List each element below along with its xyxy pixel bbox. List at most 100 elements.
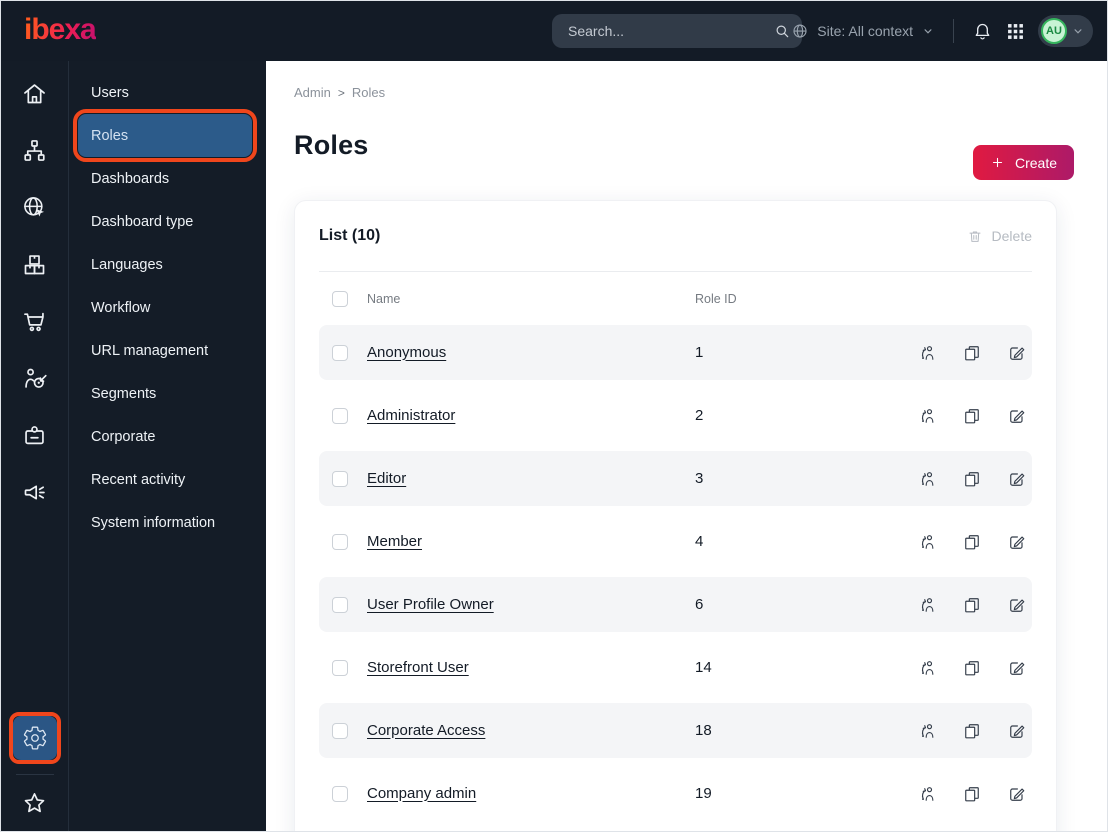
role-id-cell: 1	[695, 344, 704, 361]
assign-user-icon[interactable]	[917, 469, 937, 489]
role-name-link[interactable]: Corporate Access	[367, 722, 485, 739]
sidebar-menu-item[interactable]: Workflow	[69, 286, 266, 329]
sidebar-menu-item[interactable]: Roles	[73, 109, 257, 162]
sidebar-menu-item[interactable]: Corporate	[69, 415, 266, 458]
table-row: Member 4	[319, 514, 1032, 569]
copy-icon[interactable]	[962, 721, 982, 741]
edit-icon[interactable]	[1007, 595, 1027, 615]
table-row: Corporate Access 18	[319, 703, 1032, 758]
select-all-checkbox[interactable]	[332, 290, 348, 307]
sidebar-menu-item[interactable]: Recent activity	[69, 458, 266, 501]
assign-user-icon[interactable]	[917, 595, 937, 615]
row-checkbox[interactable]	[332, 533, 348, 550]
sidebar-menu-item[interactable]: Languages	[69, 243, 266, 286]
table-row: User Profile Owner 6	[319, 577, 1032, 632]
row-checkbox[interactable]	[332, 407, 348, 424]
sidebar-menu-item[interactable]: URL management	[69, 329, 266, 372]
assign-user-icon[interactable]	[917, 343, 937, 363]
delete-button[interactable]: Delete	[967, 228, 1032, 245]
site-globe-icon[interactable]	[15, 187, 55, 227]
commerce-cart-icon[interactable]	[15, 301, 55, 341]
sidebar-menu-item[interactable]: Segments	[69, 372, 266, 415]
create-button[interactable]: Create	[972, 145, 1074, 180]
role-name-link[interactable]: Administrator	[367, 407, 455, 424]
role-id-cell: 19	[695, 785, 712, 802]
delete-button-label: Delete	[991, 228, 1032, 244]
user-menu[interactable]: AU	[1038, 15, 1093, 47]
corporate-badge-icon[interactable]	[15, 415, 55, 455]
search-icon[interactable]	[773, 22, 791, 40]
home-icon[interactable]	[15, 73, 55, 113]
sidebar-menu-item[interactable]: Dashboard type	[69, 200, 266, 243]
list-title: List (10)	[319, 227, 381, 244]
site-context-selector[interactable]: Site: All context	[791, 22, 935, 40]
role-name-link[interactable]: Member	[367, 533, 422, 550]
copy-icon[interactable]	[962, 595, 982, 615]
edit-icon[interactable]	[1007, 721, 1027, 741]
role-name-link[interactable]: Storefront User	[367, 659, 469, 676]
role-id-cell: 3	[695, 470, 704, 487]
row-actions	[917, 406, 1027, 426]
content-tree-icon[interactable]	[15, 130, 55, 170]
chevron-down-icon	[924, 29, 932, 34]
copy-icon[interactable]	[962, 658, 982, 678]
row-checkbox[interactable]	[332, 344, 348, 361]
edit-icon[interactable]	[1007, 469, 1027, 489]
role-name-link[interactable]: Anonymous	[367, 344, 446, 361]
personalization-target-icon[interactable]	[15, 358, 55, 398]
sidebar-menu-item[interactable]: Users	[69, 71, 266, 114]
create-button-label: Create	[1014, 154, 1057, 171]
assign-user-icon[interactable]	[917, 406, 937, 426]
copy-icon[interactable]	[962, 343, 982, 363]
table-row: Storefront User 14	[319, 640, 1032, 695]
row-checkbox[interactable]	[332, 659, 348, 676]
search-input[interactable]	[552, 14, 802, 48]
edit-icon[interactable]	[1007, 532, 1027, 552]
sidebar-menu-item[interactable]: System information	[69, 501, 266, 544]
app-grid-icon[interactable]	[1005, 21, 1026, 42]
breadcrumb-admin[interactable]: Admin	[294, 85, 331, 100]
sidebar-menu-item[interactable]: Dashboards	[69, 157, 266, 200]
row-checkbox[interactable]	[332, 596, 348, 613]
breadcrumb-roles[interactable]: Roles	[352, 85, 385, 100]
row-actions	[917, 343, 1027, 363]
ibexa-logo: ibexa	[24, 13, 97, 46]
copy-icon[interactable]	[962, 784, 982, 804]
rail-bottom-group	[8, 712, 61, 823]
role-name-cell: Storefront User	[367, 659, 676, 677]
page-title: Roles	[294, 130, 369, 160]
role-name-link[interactable]: User Profile Owner	[367, 596, 494, 613]
product-boxes-icon[interactable]	[15, 244, 55, 284]
icon-rail	[1, 61, 69, 831]
role-name-cell: User Profile Owner	[367, 596, 676, 614]
roles-list-card: List (10) Delete Name Role ID Anonymous …	[294, 200, 1057, 831]
edit-icon[interactable]	[1007, 784, 1027, 804]
assign-user-icon[interactable]	[917, 721, 937, 741]
bookmarks-star-icon[interactable]	[15, 783, 55, 823]
row-checkbox[interactable]	[332, 470, 348, 487]
row-checkbox[interactable]	[332, 722, 348, 739]
copy-icon[interactable]	[962, 406, 982, 426]
role-name-cell: Member	[367, 533, 676, 551]
avatar: AU	[1041, 18, 1067, 44]
assign-user-icon[interactable]	[917, 784, 937, 804]
trash-icon	[969, 230, 981, 242]
sidebar-menu: Users Roles Dashboards Dashboard type La…	[69, 61, 266, 831]
role-name-cell: Administrator	[367, 407, 676, 425]
table-row: Company admin 19	[319, 766, 1032, 821]
edit-icon[interactable]	[1007, 658, 1027, 678]
copy-icon[interactable]	[962, 469, 982, 489]
site-context-label: Site: All context	[817, 23, 913, 39]
marketing-megaphone-icon[interactable]	[15, 472, 55, 512]
admin-gear-icon[interactable]	[12, 716, 57, 760]
role-name-link[interactable]: Company admin	[367, 785, 476, 802]
row-checkbox[interactable]	[332, 785, 348, 802]
main-content: Admin > Roles Create Roles List (10) Del…	[266, 61, 1107, 831]
role-name-link[interactable]: Editor	[367, 470, 406, 487]
notifications-bell-icon[interactable]	[972, 21, 993, 42]
edit-icon[interactable]	[1007, 406, 1027, 426]
edit-icon[interactable]	[1007, 343, 1027, 363]
copy-icon[interactable]	[962, 532, 982, 552]
assign-user-icon[interactable]	[917, 658, 937, 678]
assign-user-icon[interactable]	[917, 532, 937, 552]
